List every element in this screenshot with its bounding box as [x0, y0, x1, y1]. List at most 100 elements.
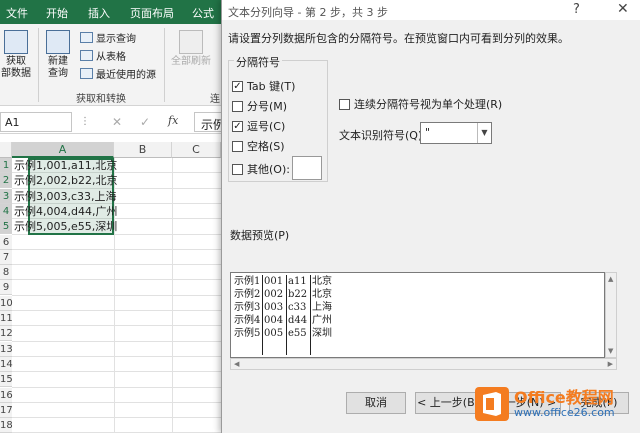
recent-sources-icon: [80, 68, 93, 79]
formula-bar-divider: ⋮: [80, 116, 90, 127]
comma-delimiter-label: 逗号(C): [247, 120, 286, 133]
row-header[interactable]: 18: [0, 418, 13, 433]
insert-function-icon[interactable]: fx: [168, 114, 178, 127]
text-qualifier-value: ": [425, 126, 431, 139]
preview-column-3: a11 b22 c33 d44 e55: [286, 275, 310, 355]
row-header[interactable]: 5: [0, 219, 12, 235]
space-delimiter-label: 空格(S): [247, 140, 285, 153]
office26-watermark: Office教程网 www.office26.com: [474, 384, 640, 433]
preview-cell: 示例1: [234, 276, 261, 287]
row-header[interactable]: 13: [0, 341, 13, 357]
preview-cell: a11: [288, 276, 307, 287]
comma-delimiter-checkbox[interactable]: ✓ 逗号(C): [232, 118, 285, 134]
cancel-button[interactable]: 取消: [346, 392, 406, 414]
new-query-button[interactable]: 新建 查询: [42, 30, 74, 80]
checkbox-space[interactable]: [232, 140, 243, 152]
other-delimiter-checkbox[interactable]: 其他(O):: [232, 161, 290, 177]
checkbox-comma[interactable]: ✓: [232, 120, 243, 132]
text-qualifier-select[interactable]: " ▼: [420, 122, 492, 144]
cell-a2[interactable]: 示例2,002,b22,北京: [12, 173, 117, 188]
row-header[interactable]: 10: [0, 295, 13, 311]
row-header[interactable]: 9: [0, 280, 12, 296]
row-header[interactable]: 3: [0, 188, 12, 204]
checkbox-other[interactable]: [232, 163, 243, 175]
ribbon-group-label-partial: 连: [210, 94, 220, 105]
select-all-corner[interactable]: [0, 142, 12, 158]
preview-cell: d44: [288, 315, 308, 326]
row-header[interactable]: 16: [0, 387, 13, 403]
row-header[interactable]: 15: [0, 372, 13, 388]
scroll-up-icon[interactable]: ▲: [608, 275, 613, 283]
checkbox-consecutive[interactable]: [339, 98, 350, 110]
column-header-c[interactable]: C: [172, 142, 221, 158]
new-query-label-1: 新建: [48, 56, 68, 67]
scroll-left-icon[interactable]: ◀: [234, 360, 239, 368]
data-preview-pane[interactable]: 示例1 示例2 示例3 示例4 示例5 001 002 003 004 005 …: [230, 272, 605, 358]
refresh-all-button[interactable]: 全部刷新: [168, 30, 214, 68]
consecutive-delimiters-checkbox[interactable]: 连续分隔符号视为单个处理(R): [339, 96, 502, 112]
preview-cell: 广州: [312, 315, 332, 326]
preview-column-1: 示例1 示例2 示例3 示例4 示例5: [233, 275, 261, 355]
row-header[interactable]: 11: [0, 311, 13, 326]
tab-file[interactable]: 文件: [6, 5, 28, 21]
help-icon[interactable]: ?: [573, 2, 580, 17]
row-header[interactable]: 12: [0, 326, 13, 342]
preview-column-2: 001 002 003 004 005: [262, 275, 286, 355]
cell-a3[interactable]: 示例3,003,c33,上海: [12, 189, 117, 204]
row-header[interactable]: 2: [0, 173, 12, 189]
cell-a5[interactable]: 示例5,005,e55,深圳: [12, 219, 117, 234]
row-header[interactable]: 17: [0, 402, 13, 418]
tab-delimiter-checkbox[interactable]: ✓ Tab 键(T): [232, 78, 295, 94]
delimiters-legend: 分隔符号: [234, 54, 282, 70]
text-qualifier-label: 文本识别符号(Q):: [339, 129, 426, 142]
table-icon: [80, 50, 93, 61]
from-table-button[interactable]: 从表格: [80, 48, 126, 63]
space-delimiter-checkbox[interactable]: 空格(S): [232, 138, 285, 154]
row-header[interactable]: 8: [0, 265, 12, 281]
tab-formulas[interactable]: 公式: [192, 5, 214, 21]
name-box[interactable]: A1: [0, 112, 72, 132]
row-header[interactable]: 7: [0, 249, 12, 265]
recent-sources-label: 最近使用的源: [96, 70, 156, 81]
row-header[interactable]: 14: [0, 356, 13, 372]
column-header-a[interactable]: A: [12, 142, 114, 158]
ribbon-divider: [164, 28, 165, 102]
row-header[interactable]: 4: [0, 203, 12, 219]
tab-page-layout[interactable]: 页面布局: [130, 5, 174, 21]
preview-cell: 002: [264, 289, 284, 300]
close-icon[interactable]: ✕: [617, 1, 629, 17]
new-query-label-2: 查询: [48, 68, 68, 79]
data-preview-label: 数据预览(P): [230, 229, 290, 242]
chevron-down-icon[interactable]: ▼: [477, 123, 491, 143]
instruction-text: 请设置分列数据所包含的分隔符号。在预览窗口内可看到分列的效果。: [228, 32, 569, 45]
ribbon-divider: [38, 28, 39, 102]
column-header-b[interactable]: B: [114, 142, 172, 158]
scroll-down-icon[interactable]: ▼: [608, 347, 613, 355]
row-header[interactable]: 6: [0, 234, 12, 250]
get-data-label-2: 部数据: [1, 68, 31, 79]
show-query-button[interactable]: 显示查询: [80, 30, 136, 45]
get-external-data-button[interactable]: 获取 部数据: [0, 30, 32, 80]
scroll-right-icon[interactable]: ▶: [608, 360, 613, 368]
cell-a1[interactable]: 示例1,001,a11,北京: [12, 158, 117, 173]
checkbox-semicolon[interactable]: [232, 100, 243, 112]
other-delimiter-input[interactable]: [292, 156, 322, 180]
text-to-columns-wizard-dialog: 文本分列向导 - 第 2 步，共 3 步 ? ✕ 请设置分列数据所包含的分隔符号…: [221, 0, 640, 433]
cancel-entry-icon[interactable]: ✕: [112, 115, 122, 129]
office-logo-icon: [475, 387, 509, 421]
table-query-icon: [46, 30, 70, 54]
external-data-icon: [4, 30, 28, 54]
recent-sources-button[interactable]: 最近使用的源: [80, 66, 156, 81]
preview-horizontal-scrollbar[interactable]: ◀ ▶: [230, 358, 617, 370]
checkbox-tab[interactable]: ✓: [232, 80, 243, 92]
cell-a4[interactable]: 示例4,004,d44,广州: [12, 204, 117, 219]
preview-vertical-scrollbar[interactable]: ▲ ▼: [605, 272, 617, 358]
preview-cell: 005: [264, 328, 284, 339]
tab-insert[interactable]: 插入: [88, 5, 110, 21]
preview-cell: 北京: [312, 289, 332, 300]
tab-home[interactable]: 开始: [46, 5, 68, 21]
row-header[interactable]: 1: [0, 158, 12, 173]
confirm-entry-icon[interactable]: ✓: [140, 115, 150, 129]
back-button[interactable]: < 上一步(B): [415, 392, 481, 414]
semicolon-delimiter-checkbox[interactable]: 分号(M): [232, 98, 287, 114]
